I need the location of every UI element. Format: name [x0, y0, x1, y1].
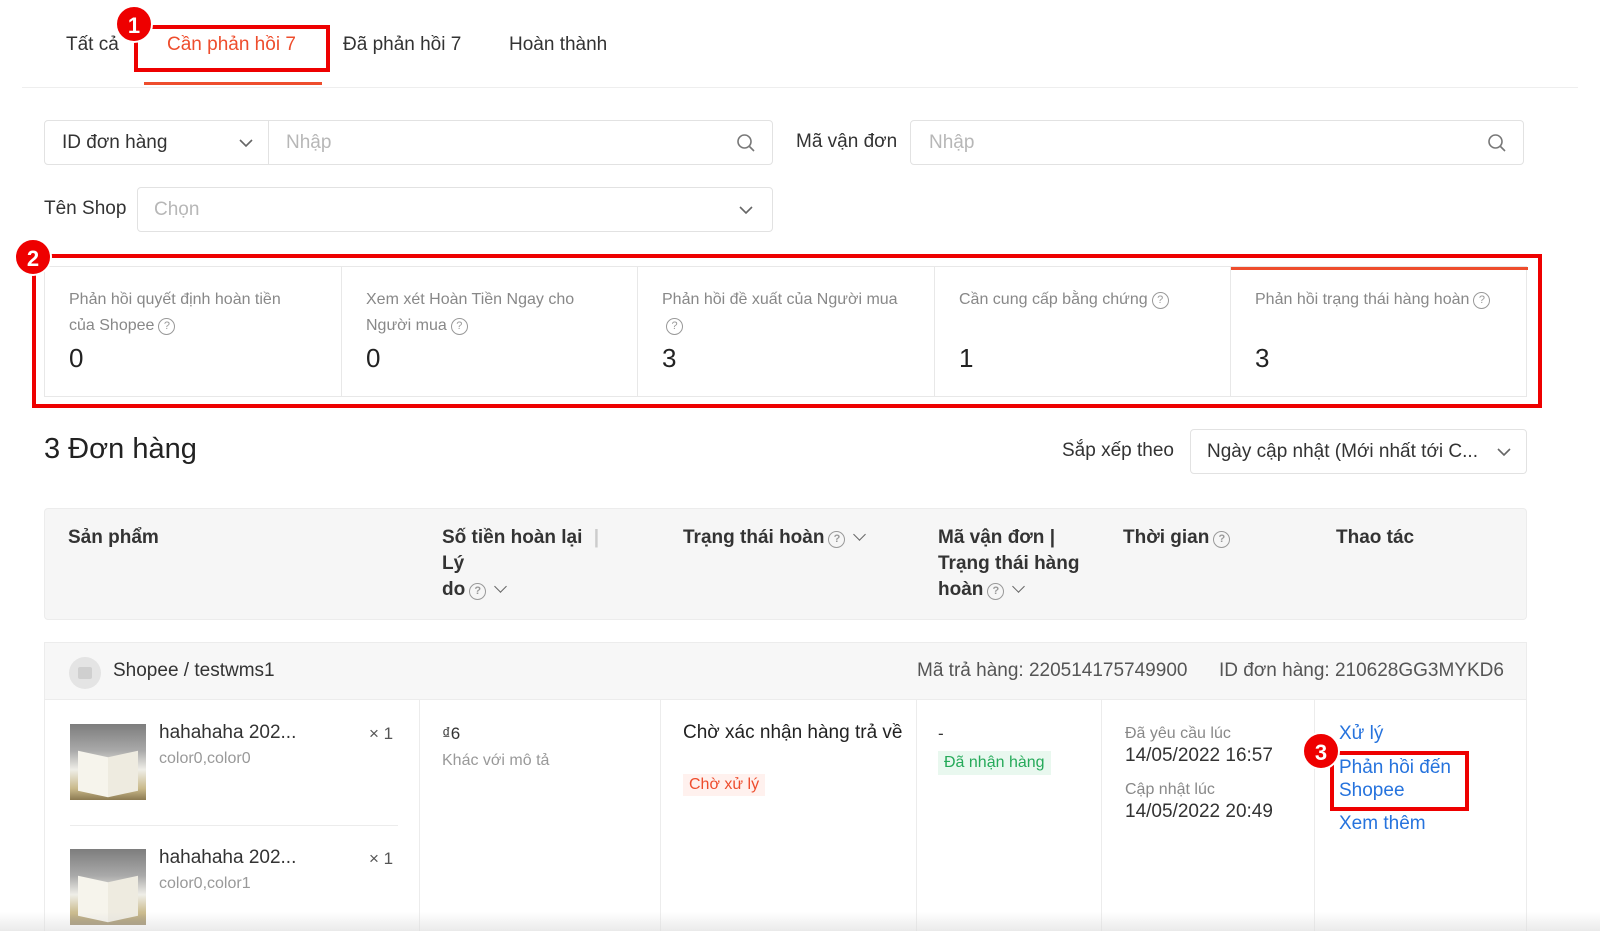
requested-label: Đã yêu cầu lúc [1125, 725, 1231, 742]
column-divider [419, 700, 420, 931]
bottom-shadow [0, 912, 1600, 931]
chevron-down-icon[interactable] [853, 528, 867, 541]
product-divider [70, 825, 398, 826]
chevron-down-icon[interactable] [1012, 580, 1026, 593]
column-divider [916, 700, 917, 931]
column-divider [1101, 700, 1102, 931]
shop-select[interactable]: Chọn [137, 187, 773, 232]
product-qty: × 1 [369, 724, 394, 743]
annotation-badge-3: 3 [1302, 732, 1340, 770]
product-name[interactable]: hahahaha 202... [159, 847, 296, 869]
product-variant: color0,color0 [159, 750, 251, 767]
annotation-box-3 [1330, 751, 1469, 811]
th-tracking-line2: Trạng thái hàng [938, 553, 1080, 574]
refund-amount: ₫6 [442, 724, 461, 743]
th-refund-status-label: Trạng thái hoàn [683, 527, 825, 548]
chevron-down-icon[interactable] [494, 580, 508, 593]
product-variant: color0,color1 [159, 875, 251, 892]
annotation-badge-2: 2 [14, 238, 52, 276]
chevron-down-icon[interactable] [735, 199, 757, 221]
th-tracking-status[interactable]: Mã vận đơn | Trạng thái hàng hoàn? [938, 525, 1098, 603]
annotation-box-1 [134, 25, 330, 72]
sort-label: Sắp xếp theo [1062, 440, 1174, 461]
column-divider [660, 700, 661, 931]
requested-time: 14/05/2022 16:57 [1125, 745, 1273, 766]
chevron-down-icon[interactable] [235, 132, 257, 154]
th-tracking-line3: hoàn [938, 579, 984, 600]
refund-reason: Khác với mô tả [442, 752, 550, 769]
updated-time: 14/05/2022 20:49 [1125, 801, 1273, 822]
shop-name[interactable]: Shopee / testwms1 [113, 660, 275, 682]
tracking-input[interactable]: Nhập [929, 132, 974, 154]
active-tab-indicator [144, 82, 322, 85]
product-name[interactable]: hahahaha 202... [159, 722, 296, 744]
order-shop-bar: Shopee / testwms1 Mã trả hàng: 220514175… [44, 642, 1527, 700]
th-refund-amount-reason[interactable]: Số tiền hoàn lại | Lý do? [442, 525, 632, 603]
process-link[interactable]: Xử lý [1339, 722, 1383, 745]
return-id: Mã trả hàng: 220514175749900 [917, 660, 1188, 681]
shop-select-placeholder: Chọn [154, 199, 200, 220]
shop-label: Tên Shop [44, 198, 127, 219]
return-goods-badge: Đã nhận hàng [938, 751, 1051, 775]
th-tracking-line1: Mã vận đơn | [938, 527, 1056, 548]
tracking-number: - [938, 724, 944, 743]
product-image[interactable] [70, 724, 146, 800]
orders-count-title: 3 Đơn hàng [44, 433, 197, 465]
th-reason-cont: do [442, 579, 466, 600]
th-time: Thời gian? [1123, 525, 1231, 551]
help-icon[interactable]: ? [469, 583, 487, 600]
help-icon[interactable]: ? [987, 583, 1005, 600]
updated-label: Cập nhật lúc [1125, 781, 1215, 798]
product-qty: × 1 [369, 849, 394, 868]
annotation-badge-1: 1 [115, 5, 153, 43]
th-time-label: Thời gian [1123, 527, 1210, 548]
chevron-down-icon[interactable] [1493, 441, 1515, 463]
refund-status: Chờ xác nhận hàng trả về [683, 722, 903, 743]
search-icon[interactable] [735, 132, 757, 154]
th-actions: Thao tác [1336, 527, 1415, 548]
sort-select[interactable]: Ngày cập nhật (Mới nhất tới C... [1190, 429, 1527, 474]
order-id-search: ID đơn hàng Nhập [44, 120, 773, 165]
table-header: Sản phẩm Số tiền hoàn lại | Lý do? Trạng… [44, 508, 1527, 620]
order-id-type-select[interactable]: ID đơn hàng [62, 132, 167, 154]
field-divider [268, 121, 269, 164]
order-row: hahahaha 202... color0,color0 × 1 hahaha… [44, 700, 1527, 931]
tab-responded[interactable]: Đã phản hồi 7 [343, 34, 461, 56]
tab-all[interactable]: Tất cả [66, 34, 119, 56]
tracking-search: Nhập [910, 120, 1524, 165]
help-icon[interactable]: ? [1213, 531, 1231, 548]
tab-completed[interactable]: Hoàn thành [509, 34, 607, 56]
sort-select-value: Ngày cập nhật (Mới nhất tới C... [1207, 441, 1478, 462]
order-id-input[interactable]: Nhập [286, 132, 331, 154]
th-product: Sản phẩm [68, 527, 159, 548]
order-id: ID đơn hàng: 210628GG3MYKD6 [1219, 660, 1504, 681]
th-refund-amount: Số tiền hoàn lại [442, 527, 583, 548]
annotation-box-2 [32, 254, 1542, 408]
tracking-label: Mã vận đơn [796, 131, 898, 152]
help-icon[interactable]: ? [828, 531, 846, 548]
th-reason: Lý [442, 553, 465, 574]
shop-icon [69, 657, 101, 689]
status-badge: Chờ xử lý [683, 774, 766, 796]
th-refund-status[interactable]: Trạng thái hoàn? [683, 525, 867, 551]
see-more-link[interactable]: Xem thêm [1339, 812, 1426, 835]
search-icon[interactable] [1486, 132, 1508, 154]
